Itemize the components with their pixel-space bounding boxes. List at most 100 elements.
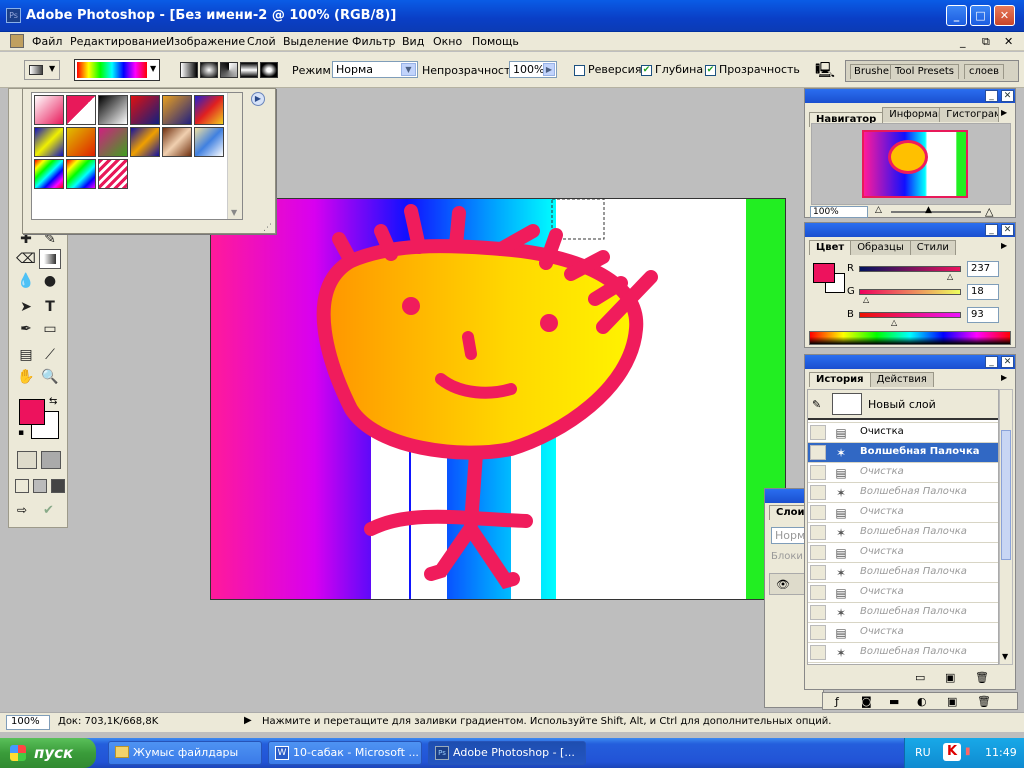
channel-g-value[interactable]: 18: [967, 284, 999, 300]
linear-gradient-button[interactable]: [180, 62, 198, 78]
document-icon[interactable]: [10, 34, 24, 48]
palette-close-button[interactable]: ✕: [1001, 356, 1014, 368]
pen-icon[interactable]: ✒: [15, 319, 37, 339]
palette-menu-icon[interactable]: ▶: [1001, 373, 1007, 382]
document-canvas[interactable]: [210, 198, 786, 600]
new-snapshot-icon[interactable]: ▣: [945, 671, 955, 684]
history-brush-icon[interactable]: ✎: [812, 398, 821, 411]
layer-set-icon[interactable]: ▬: [889, 695, 899, 708]
gradient-swatch[interactable]: [194, 127, 224, 157]
color-fg-swatch[interactable]: [813, 263, 835, 283]
visibility-eye-icon[interactable]: 👁: [776, 578, 790, 591]
status-zoom[interactable]: 100%: [6, 715, 50, 730]
zoom-slider-thumb[interactable]: ▲: [925, 205, 932, 215]
history-state-row[interactable]: ✶ Волшебная Палочка: [808, 442, 998, 462]
history-brush-source-box[interactable]: [810, 545, 826, 560]
zoom-icon[interactable]: 🔍: [39, 367, 61, 387]
navigator-thumbnail[interactable]: [862, 130, 968, 198]
foreground-color-swatch-top[interactable]: [19, 399, 45, 425]
history-brush-source-box[interactable]: [810, 445, 826, 460]
history-brush-source-box[interactable]: [810, 645, 826, 660]
gradient-swatch[interactable]: [34, 95, 64, 125]
chevron-down-icon[interactable]: ▼: [150, 64, 156, 73]
close-button[interactable]: ✕: [994, 5, 1015, 26]
channel-b-slider[interactable]: [859, 312, 961, 318]
angle-gradient-button[interactable]: [220, 62, 238, 78]
channel-r-slider[interactable]: [859, 266, 961, 272]
scroll-thumb[interactable]: [1001, 430, 1011, 560]
quickmask-mode-button[interactable]: [41, 451, 61, 469]
slider-thumb[interactable]: △: [947, 272, 953, 281]
slider-thumb[interactable]: △: [863, 295, 869, 304]
gradient-swatch[interactable]: [66, 95, 96, 125]
screen-mode-standard[interactable]: [15, 479, 29, 493]
notes-icon[interactable]: ▤: [15, 345, 37, 365]
tab-actions[interactable]: Действия: [869, 372, 934, 387]
history-brush-source-box[interactable]: [810, 425, 826, 440]
history-brush-source-box[interactable]: [810, 505, 826, 520]
history-state-row[interactable]: ▤ Очистка: [808, 422, 998, 442]
zoom-out-icon[interactable]: △: [875, 205, 882, 215]
menu-select[interactable]: Выделение: [283, 35, 349, 48]
tab-history[interactable]: История: [809, 372, 871, 387]
history-state-row[interactable]: ▤ Очистка: [808, 542, 998, 562]
well-tab-brushes[interactable]: Brushe: [850, 64, 894, 79]
picker-scrollbar[interactable]: ▼: [227, 93, 242, 219]
checkbox-box[interactable]: [574, 64, 585, 76]
gradient-swatch[interactable]: [98, 127, 128, 157]
check-icon[interactable]: ✔: [705, 64, 716, 76]
history-state-row[interactable]: ✶ Волшебная Палочка: [808, 482, 998, 502]
trash-icon[interactable]: 🗑: [977, 695, 991, 708]
tray-status-icon[interactable]: ▮: [965, 746, 975, 758]
history-snapshot-row[interactable]: ✎ Новый слой: [808, 390, 998, 420]
commit-check-icon[interactable]: ✔: [43, 503, 61, 521]
history-brush-source-box[interactable]: [810, 485, 826, 500]
palette-minimize-button[interactable]: _: [985, 90, 998, 102]
jump-to-imageready-icon[interactable]: ⇨: [17, 503, 37, 521]
history-brush-source-box[interactable]: [810, 625, 826, 640]
path-select-icon[interactable]: ➤: [15, 297, 37, 317]
history-brush-source-box[interactable]: [810, 605, 826, 620]
gradient-swatch[interactable]: [66, 127, 96, 157]
new-layer-icon[interactable]: ▣: [947, 695, 957, 708]
history-state-row[interactable]: ▤ Очистка: [808, 502, 998, 522]
antivirus-icon[interactable]: K: [943, 743, 961, 761]
menu-window[interactable]: Окно: [433, 35, 462, 48]
doc-close-button[interactable]: ✕: [1004, 35, 1013, 48]
gradient-swatch[interactable]: [66, 159, 96, 189]
picker-menu-icon[interactable]: ▶: [251, 92, 265, 106]
palette-minimize-button[interactable]: _: [985, 224, 998, 236]
history-state-row[interactable]: ▤ Очистка: [808, 622, 998, 642]
history-brush-source-box[interactable]: [810, 565, 826, 580]
history-scrollbar[interactable]: ▼: [999, 389, 1013, 665]
screen-mode-full[interactable]: [51, 479, 65, 493]
check-icon[interactable]: ✔: [641, 64, 652, 76]
hand-icon[interactable]: ✋: [15, 367, 37, 387]
menu-help[interactable]: Помощь: [472, 35, 519, 48]
tab-info[interactable]: Информация: [882, 107, 941, 122]
canvas-artwork[interactable]: [211, 199, 786, 600]
gradient-swatch[interactable]: [34, 127, 64, 157]
chevron-down-icon[interactable]: ▼: [1002, 652, 1008, 661]
file-browser-icon[interactable]: 🖳: [814, 60, 836, 80]
adjustment-layer-icon[interactable]: ◐: [917, 695, 927, 708]
history-state-row[interactable]: ✶ Волшебная Палочка: [808, 522, 998, 542]
navigator-zoom-value[interactable]: 100%: [810, 206, 868, 218]
layer-style-icon[interactable]: ƒ: [835, 695, 839, 708]
gradient-swatch[interactable]: [98, 95, 128, 125]
zoom-in-icon[interactable]: △: [985, 205, 993, 218]
doc-minimize-button[interactable]: _: [960, 35, 966, 48]
tab-histogram[interactable]: Гистограмма: [939, 107, 1000, 122]
channel-r-value[interactable]: 237: [967, 261, 999, 277]
maximize-button[interactable]: □: [970, 5, 991, 26]
trash-icon[interactable]: 🗑: [975, 671, 989, 684]
history-brush-source-box[interactable]: [810, 525, 826, 540]
tab-swatches[interactable]: Образцы: [850, 240, 911, 255]
gradient-editor-swatch[interactable]: ▼: [74, 59, 160, 81]
swap-colors-icon[interactable]: ⇆: [49, 396, 57, 407]
reflected-gradient-button[interactable]: [240, 62, 258, 78]
slider-thumb[interactable]: △: [891, 318, 897, 327]
tab-styles[interactable]: Стили: [909, 240, 956, 255]
palette-minimize-button[interactable]: _: [985, 356, 998, 368]
resize-grip-icon[interactable]: ⋰: [263, 223, 272, 233]
